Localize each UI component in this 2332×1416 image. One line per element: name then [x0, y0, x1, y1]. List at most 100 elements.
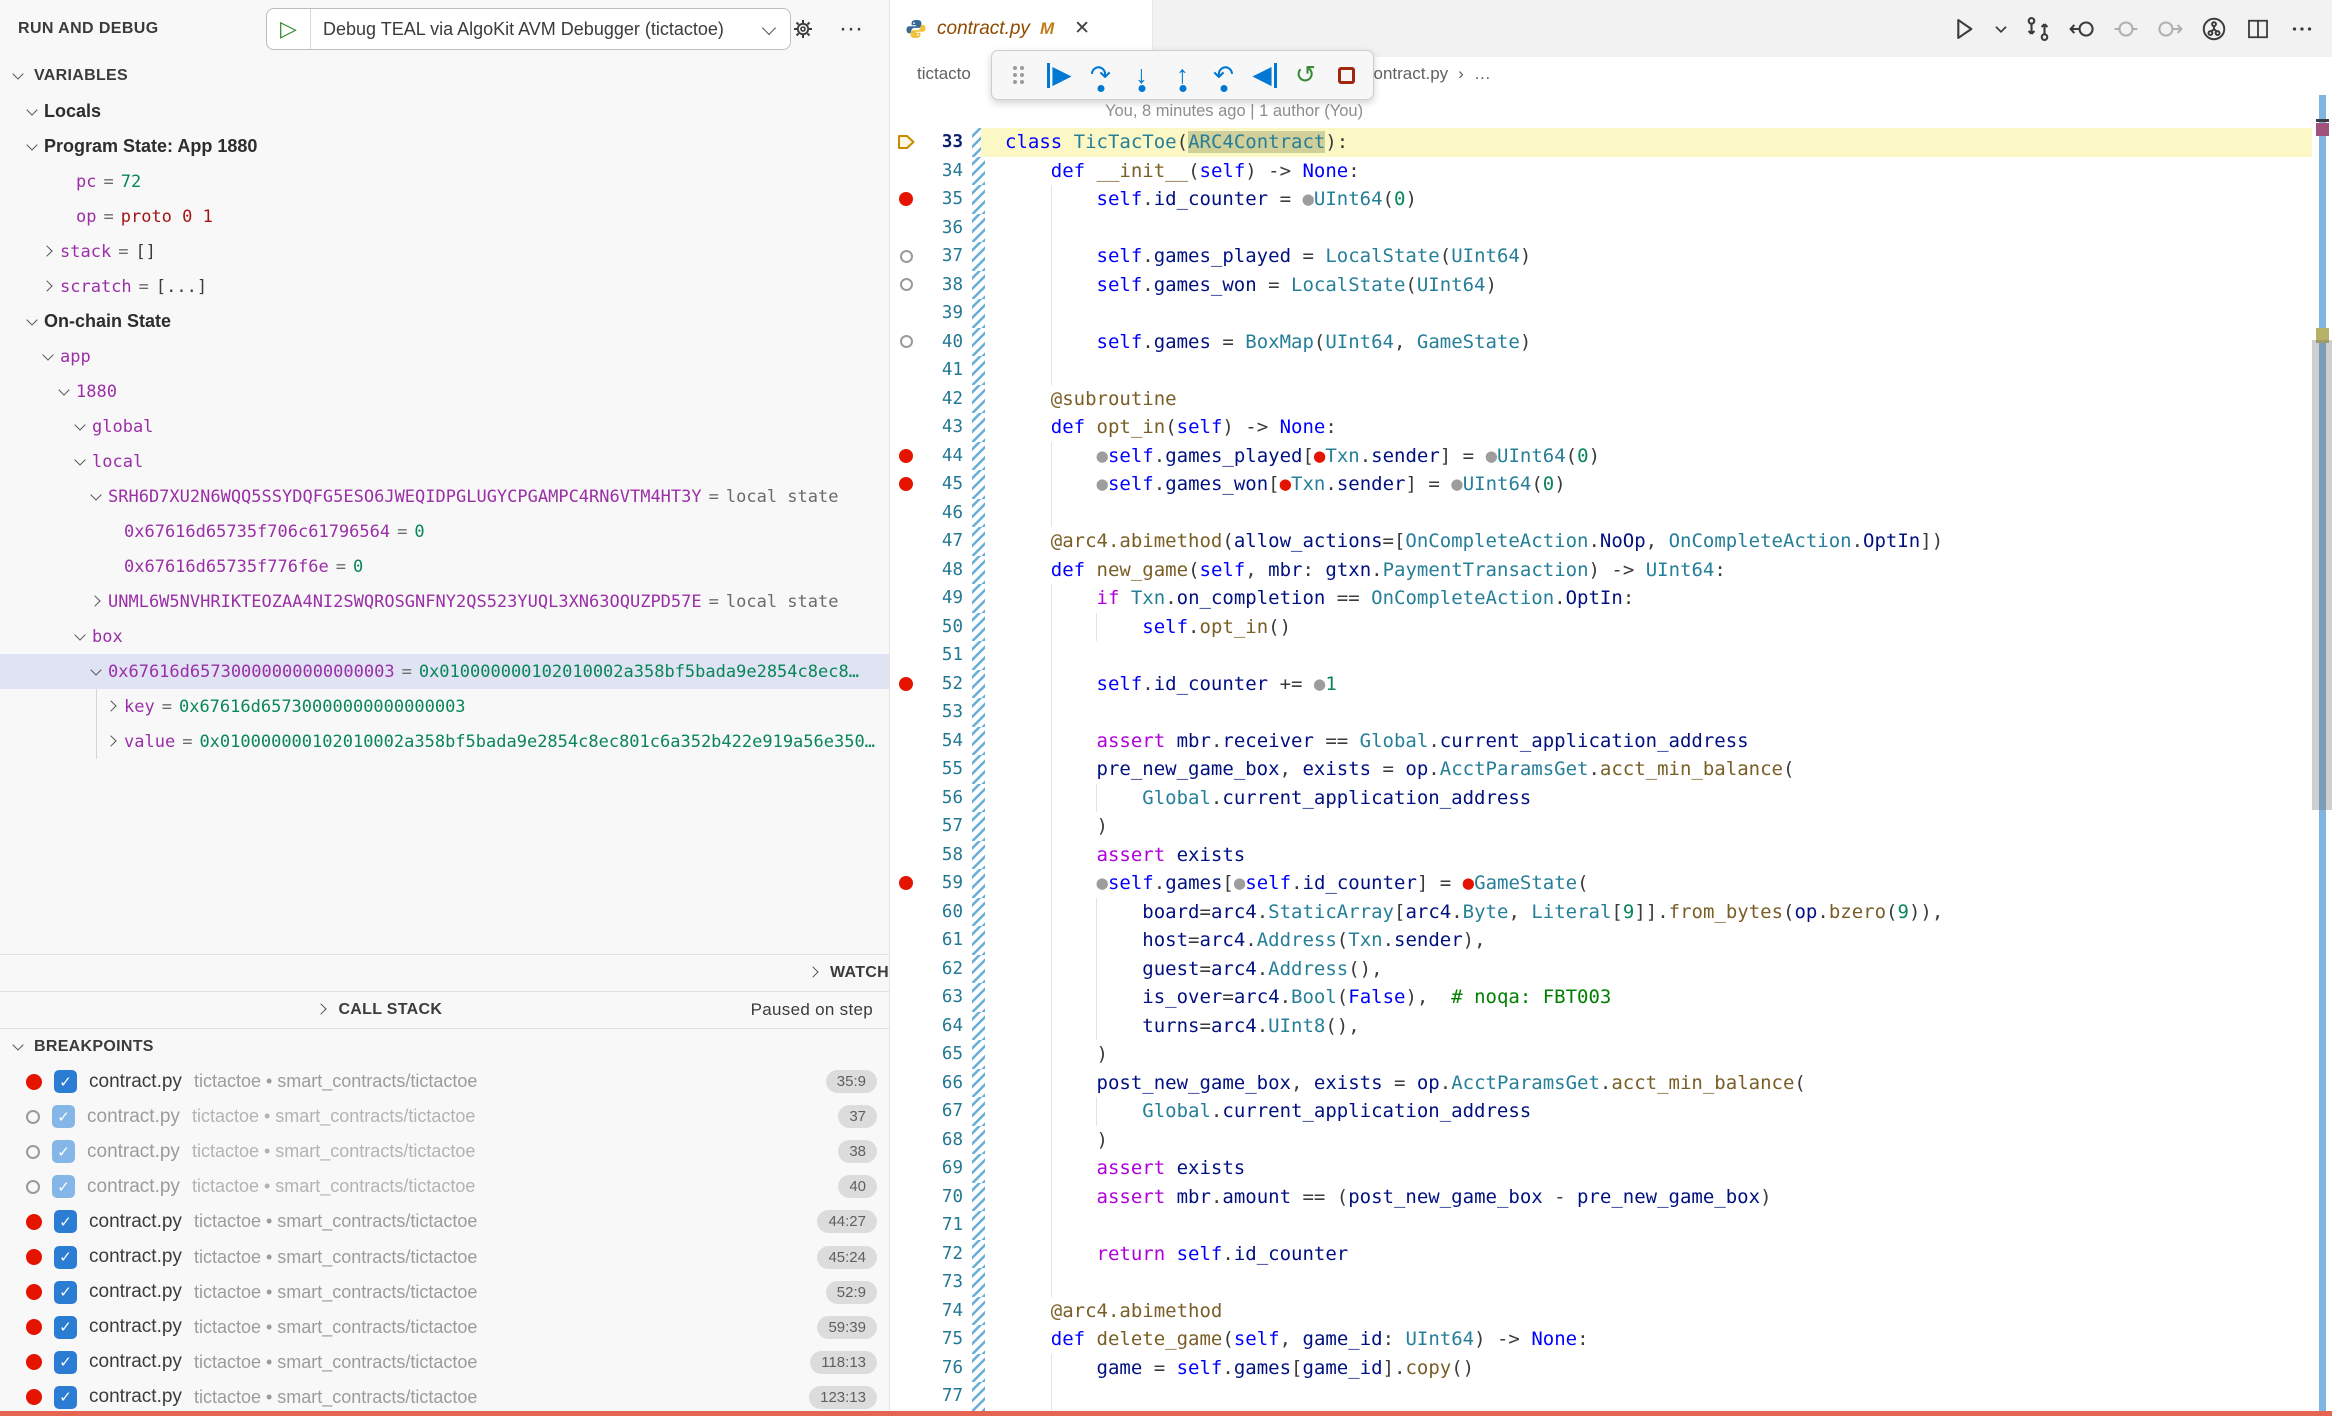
chevron-down-icon[interactable]: [70, 416, 92, 438]
chevron-down-icon[interactable]: [22, 311, 44, 333]
breakpoint-row[interactable]: ✓contract.pytictactoe • smart_contracts/…: [0, 1064, 889, 1099]
chevron-down-icon[interactable]: [38, 346, 60, 368]
run-button[interactable]: [1942, 9, 1986, 49]
tree-item[interactable]: On-chain State: [0, 304, 889, 339]
code-line-33[interactable]: 33class TicTacToe(ARC4Contract):: [891, 128, 2332, 157]
breakpoint-icon[interactable]: [891, 677, 921, 691]
code-line-64[interactable]: 64 turns=arc4.UInt8(),: [891, 1012, 2332, 1041]
breakpoint-row[interactable]: ✓contract.pytictactoe • smart_contracts/…: [0, 1310, 889, 1345]
tree-item[interactable]: SRH6D7XU2N6WQQ5SSYDQFG5ESO6JWEQIDPGLUGYC…: [0, 479, 889, 514]
code-line-61[interactable]: 61 host=arc4.Address(Txn.sender),: [891, 926, 2332, 955]
breakpoint-checkbox[interactable]: ✓: [54, 1386, 77, 1409]
breakpoint-icon[interactable]: [891, 477, 921, 491]
continue-button[interactable]: ▶: [1039, 54, 1080, 96]
tree-item[interactable]: 0x67616d65735f776f6e=0: [0, 549, 889, 584]
next-change-icon[interactable]: [2148, 9, 2192, 49]
code-line-34[interactable]: 34 def __init__(self) -> None:: [891, 157, 2332, 186]
code-line-53[interactable]: 53: [891, 698, 2332, 727]
tab-contract-py[interactable]: contract.py M ✕: [891, 0, 1153, 57]
more-actions-icon[interactable]: [2280, 9, 2324, 49]
breakpoint-disabled-icon[interactable]: [891, 335, 921, 348]
code-line-70[interactable]: 70 assert mbr.amount == (post_new_game_b…: [891, 1183, 2332, 1212]
reverse-continue-button[interactable]: ◀: [1244, 54, 1285, 96]
code-line-47[interactable]: 47 @arc4.abimethod(allow_actions=[OnComp…: [891, 527, 2332, 556]
close-icon[interactable]: ✕: [1074, 17, 1090, 40]
code-line-77[interactable]: 77: [891, 1382, 2332, 1411]
chevron-right-icon[interactable]: [38, 276, 60, 298]
breakpoint-icon[interactable]: [26, 1389, 42, 1405]
tree-item[interactable]: key=0x67616d65730000000000000003: [0, 689, 889, 724]
chevron-right-icon[interactable]: [102, 696, 124, 718]
code-line-68[interactable]: 68 ): [891, 1126, 2332, 1155]
step-over-button[interactable]: ↷: [1080, 54, 1121, 96]
current-change-icon[interactable]: [2104, 9, 2148, 49]
chevron-right-icon[interactable]: [86, 591, 108, 613]
tree-item[interactable]: 0x67616d65735f706c61796564=0: [0, 514, 889, 549]
tree-item[interactable]: stack=[]: [0, 234, 889, 269]
tree-item[interactable]: 1880: [0, 374, 889, 409]
breakpoint-row[interactable]: ✓contract.pytictactoe • smart_contracts/…: [0, 1204, 889, 1239]
start-debugging-button[interactable]: ▷: [267, 9, 311, 49]
tree-item[interactable]: box: [0, 619, 889, 654]
breakpoint-icon[interactable]: [26, 1354, 42, 1370]
breadcrumb-file[interactable]: contract.py: [1365, 64, 1448, 84]
code-line-45[interactable]: 45 ●self.games_won[●Txn.sender] = ●UInt6…: [891, 470, 2332, 499]
breakpoints-section-header[interactable]: BREAKPOINTS: [0, 1028, 889, 1064]
commit-graph-icon[interactable]: [2192, 9, 2236, 49]
run-dropdown-icon[interactable]: [1986, 9, 2016, 49]
code-line-58[interactable]: 58 assert exists: [891, 841, 2332, 870]
breakpoint-checkbox[interactable]: ✓: [54, 1246, 77, 1269]
code-line-51[interactable]: 51: [891, 641, 2332, 670]
code-line-54[interactable]: 54 assert mbr.receiver == Global.current…: [891, 727, 2332, 756]
breakpoint-row[interactable]: ✓contract.pytictactoe • smart_contracts/…: [0, 1169, 889, 1204]
breakpoint-row[interactable]: ✓contract.pytictactoe • smart_contracts/…: [0, 1380, 889, 1415]
step-out-button[interactable]: ↑: [1162, 54, 1203, 96]
breakpoint-icon[interactable]: [26, 1249, 42, 1265]
breakpoint-disabled-icon[interactable]: [26, 1110, 40, 1124]
tree-item[interactable]: global: [0, 409, 889, 444]
gear-icon[interactable]: [791, 17, 831, 41]
tree-item[interactable]: op=proto 0 1: [0, 199, 889, 234]
breakpoint-checkbox[interactable]: ✓: [52, 1105, 75, 1128]
breakpoint-icon[interactable]: [26, 1074, 42, 1090]
code-line-35[interactable]: 35 self.id_counter = ●UInt64(0): [891, 185, 2332, 214]
chevron-down-icon[interactable]: [86, 661, 108, 683]
code-line-57[interactable]: 57 ): [891, 812, 2332, 841]
code-line-62[interactable]: 62 guest=arc4.Address(),: [891, 955, 2332, 984]
tree-item[interactable]: pc=72: [0, 164, 889, 199]
chevron-down-icon[interactable]: [22, 136, 44, 158]
stop-button[interactable]: [1326, 54, 1367, 96]
code-line-49[interactable]: 49 if Txn.on_completion == OnCompleteAct…: [891, 584, 2332, 613]
tree-item[interactable]: 0x67616d65730000000000000003=0x010000000…: [0, 654, 889, 689]
tree-item[interactable]: UNML6W5NVHRIKTEOZAA4NI2SWQROSGNFNY2QS523…: [0, 584, 889, 619]
breadcrumb-symbol[interactable]: …: [1474, 64, 1491, 84]
code-line-42[interactable]: 42 @subroutine: [891, 385, 2332, 414]
breakpoint-row[interactable]: ✓contract.pytictactoe • smart_contracts/…: [0, 1134, 889, 1169]
call-stack-section-header[interactable]: CALL STACK Paused on step: [0, 991, 889, 1027]
code-line-39[interactable]: 39: [891, 299, 2332, 328]
code-line-52[interactable]: 52 self.id_counter += ●1: [891, 670, 2332, 699]
breakpoint-checkbox[interactable]: ✓: [54, 1281, 77, 1304]
code-line-69[interactable]: 69 assert exists: [891, 1154, 2332, 1183]
breakpoint-row[interactable]: ✓contract.pytictactoe • smart_contracts/…: [0, 1239, 889, 1274]
code-line-41[interactable]: 41: [891, 356, 2332, 385]
code-line-60[interactable]: 60 board=arc4.StaticArray[arc4.Byte, Lit…: [891, 898, 2332, 927]
tree-item[interactable]: value=0x010000000102010002a358bf5bada9e2…: [0, 724, 889, 759]
watch-section-header[interactable]: WATCH: [0, 954, 889, 990]
breakpoint-row[interactable]: ✓contract.pytictactoe • smart_contracts/…: [0, 1345, 889, 1380]
chevron-down-icon[interactable]: [22, 101, 44, 123]
code-line-50[interactable]: 50 self.opt_in(): [891, 613, 2332, 642]
breakpoint-icon[interactable]: [891, 449, 921, 463]
code-line-72[interactable]: 72 return self.id_counter: [891, 1240, 2332, 1269]
code-line-59[interactable]: 59 ●self.games[●self.id_counter] = ●Game…: [891, 869, 2332, 898]
breakpoint-checkbox[interactable]: ✓: [54, 1316, 77, 1339]
breakpoint-checkbox[interactable]: ✓: [52, 1175, 75, 1198]
breakpoint-icon[interactable]: [891, 876, 921, 890]
chevron-down-icon[interactable]: [86, 486, 108, 508]
code-line-55[interactable]: 55 pre_new_game_box, exists = op.AcctPar…: [891, 755, 2332, 784]
code-line-48[interactable]: 48 def new_game(self, mbr: gtxn.PaymentT…: [891, 556, 2332, 585]
breakpoint-row[interactable]: ✓contract.pytictactoe • smart_contracts/…: [0, 1275, 889, 1310]
code-line-65[interactable]: 65 ): [891, 1040, 2332, 1069]
tree-item[interactable]: Locals: [0, 94, 889, 129]
breakpoint-icon[interactable]: [891, 192, 921, 206]
